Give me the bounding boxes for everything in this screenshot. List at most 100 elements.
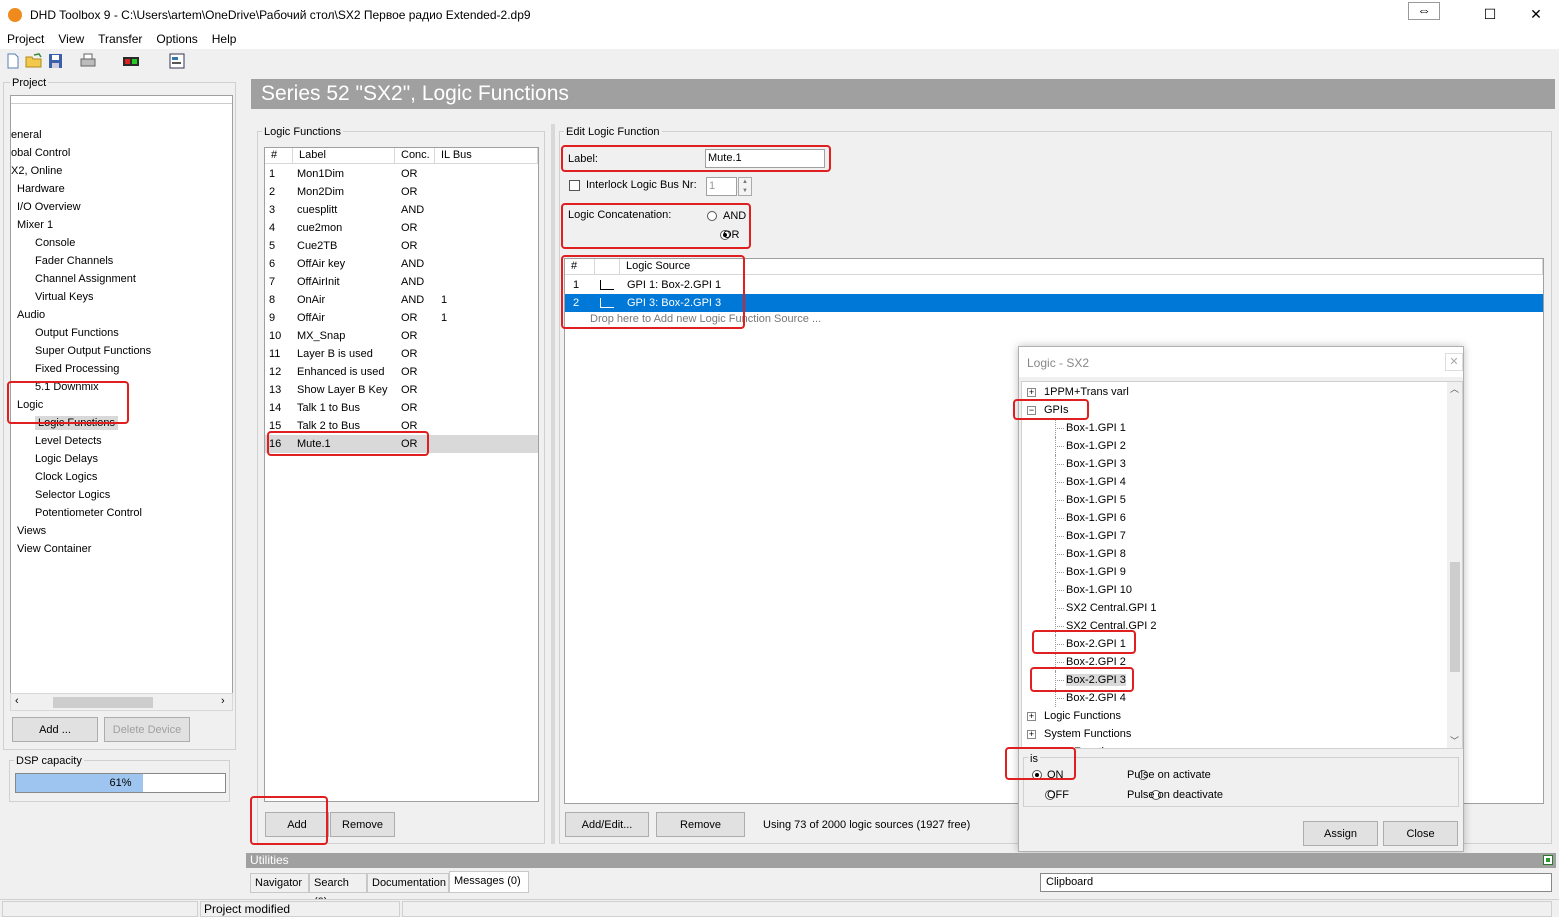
dialog-tree-item[interactable]: SX2 Central.GPI 1: [1027, 599, 1447, 617]
dialog-tree-item[interactable]: +1PPM+Trans varl: [1027, 383, 1447, 401]
logic-functions-table[interactable]: # Label Conc. IL Bus 1 Mon1Dim OR 2 Mon2Dim OR 3 c…: [264, 147, 539, 802]
expand-icon[interactable]: +: [1027, 388, 1036, 397]
project-tree-item[interactable]: Hardware: [11, 180, 232, 198]
save-icon[interactable]: [47, 53, 65, 69]
project-tree-item[interactable]: obal Control: [11, 144, 232, 162]
table-row[interactable]: 1 Mon1Dim OR: [265, 165, 538, 183]
table-row[interactable]: 12 Enhanced is used OR: [265, 363, 538, 381]
add-edit-source-button[interactable]: Add/Edit...: [565, 812, 649, 837]
dialog-tree-item[interactable]: Box-1.GPI 10: [1027, 581, 1447, 599]
dialog-tree-item[interactable]: Box-1.GPI 8: [1027, 545, 1447, 563]
project-tree-item[interactable]: eneral: [11, 126, 232, 144]
source-column-header[interactable]: Logic Source: [620, 259, 1543, 275]
restore-arrows-button[interactable]: ⇔: [1408, 2, 1440, 20]
open-icon[interactable]: [25, 53, 43, 69]
interlock-bus-input[interactable]: 1: [706, 177, 737, 196]
dialog-scroll-thumb[interactable]: [1450, 562, 1460, 672]
remove-logic-function-button[interactable]: Remove: [330, 812, 395, 837]
dialog-close-icon[interactable]: ✕: [1445, 353, 1463, 371]
dialog-tree-item[interactable]: Box-1.GPI 2: [1027, 437, 1447, 455]
project-tree-item[interactable]: Output Functions: [11, 324, 232, 342]
dialog-tree-item[interactable]: + System Functions: [1027, 725, 1447, 743]
new-icon[interactable]: [4, 53, 22, 69]
menu-options[interactable]: Options: [149, 30, 204, 46]
project-tree-item[interactable]: Fixed Processing: [11, 360, 232, 378]
scroll-down-icon[interactable]: ﹀: [1450, 734, 1459, 747]
utilities-toggle-icon[interactable]: [1543, 855, 1553, 865]
table-row[interactable]: 3 cuesplitt AND: [265, 201, 538, 219]
close-dialog-button[interactable]: Close: [1383, 821, 1458, 846]
remove-source-button[interactable]: Remove: [656, 812, 745, 837]
table-row[interactable]: 4 cue2mon OR: [265, 219, 538, 237]
scroll-right-icon[interactable]: ›: [221, 695, 225, 707]
device-icon[interactable]: [122, 53, 140, 69]
utilities-tab[interactable]: Navigator: [250, 873, 309, 893]
project-tree-item[interactable]: Channel Assignment: [11, 270, 232, 288]
clipboard-field[interactable]: Clipboard: [1040, 873, 1552, 892]
utilities-tab[interactable]: Messages (0): [449, 871, 529, 893]
dialog-tree-item[interactable]: − GPIs: [1027, 401, 1447, 419]
table-row[interactable]: 9 OffAir OR 1: [265, 309, 538, 327]
menu-transfer[interactable]: Transfer: [91, 30, 149, 46]
project-tree-item[interactable]: Super Output Functions: [11, 342, 232, 360]
dialog-tree-item[interactable]: + Logic Functions: [1027, 707, 1447, 725]
scroll-up-icon[interactable]: ︿: [1450, 382, 1459, 395]
expand-icon[interactable]: +: [1027, 712, 1036, 721]
table-row[interactable]: 14 Talk 1 to Bus OR: [265, 399, 538, 417]
interlock-checkbox[interactable]: [569, 180, 580, 191]
dialog-tree-item[interactable]: Box-1.GPI 7: [1027, 527, 1447, 545]
project-tree-item[interactable]: View Container: [11, 540, 232, 558]
table-row[interactable]: 13 Show Layer B Key OR: [265, 381, 538, 399]
project-tree-item[interactable]: Virtual Keys: [11, 288, 232, 306]
close-window-button[interactable]: ✕: [1513, 0, 1559, 30]
table-row[interactable]: 2 Mon2Dim OR: [265, 183, 538, 201]
expand-icon[interactable]: +: [1027, 730, 1036, 739]
dialog-tree-item[interactable]: Box-1.GPI 4: [1027, 473, 1447, 491]
project-hscrollbar[interactable]: ‹ ›: [10, 693, 233, 711]
column-header[interactable]: Conc.: [395, 148, 435, 164]
table-row[interactable]: 5 Cue2TB OR: [265, 237, 538, 255]
table-row[interactable]: 6 OffAir key AND: [265, 255, 538, 273]
project-tree-item[interactable]: Audio: [11, 306, 232, 324]
assign-button[interactable]: Assign: [1303, 821, 1378, 846]
project-tree-item[interactable]: Potentiometer Control: [11, 504, 232, 522]
dialog-vscrollbar[interactable]: ︿ ﹀: [1447, 382, 1462, 748]
menu-help[interactable]: Help: [205, 30, 244, 46]
add-device-button[interactable]: Add ...: [12, 717, 98, 742]
table-row[interactable]: 11 Layer B is used OR: [265, 345, 538, 363]
column-header[interactable]: Label: [293, 148, 395, 164]
dialog-tree-item[interactable]: Box-1.GPI 5: [1027, 491, 1447, 509]
project-tree-item[interactable]: X2, Online: [11, 162, 232, 180]
dialog-tree-item[interactable]: Box-1.GPI 1: [1027, 419, 1447, 437]
project-tree-item[interactable]: I/O Overview: [11, 198, 232, 216]
scroll-left-icon[interactable]: ‹: [15, 695, 19, 707]
utilities-tab[interactable]: Documentation: [367, 873, 449, 893]
properties-icon[interactable]: [168, 53, 186, 69]
project-tree-item[interactable]: Mixer 1: [11, 216, 232, 234]
delete-device-button[interactable]: Delete Device: [104, 717, 190, 742]
dialog-tree-item[interactable]: Box-1.GPI 3: [1027, 455, 1447, 473]
menu-view[interactable]: View: [51, 30, 91, 46]
logic-source-tree[interactable]: +1PPM+Trans varl − GPIs Box-1.GPI 1 Box-1.GP…: [1021, 381, 1463, 749]
column-header[interactable]: #: [265, 148, 293, 164]
table-row[interactable]: 8 OnAir AND 1: [265, 291, 538, 309]
project-tree-item[interactable]: Views: [11, 522, 232, 540]
project-tree-item[interactable]: Clock Logics: [11, 468, 232, 486]
project-tree-item[interactable]: Console: [11, 234, 232, 252]
scroll-thumb[interactable]: [53, 697, 153, 708]
project-tree-item[interactable]: Selector Logics: [11, 486, 232, 504]
column-header[interactable]: IL Bus: [435, 148, 538, 164]
utilities-tab[interactable]: Search (0): [309, 873, 367, 908]
table-row[interactable]: 10 MX_Snap OR: [265, 327, 538, 345]
dialog-tree-item[interactable]: +Mixer Functions: [1027, 743, 1447, 748]
interlock-spinner[interactable]: ▲ ▼: [738, 177, 752, 196]
menu-project[interactable]: Project: [0, 30, 51, 46]
project-tree-item[interactable]: Logic Delays: [11, 450, 232, 468]
project-tree-item[interactable]: Fader Channels: [11, 252, 232, 270]
maximize-button[interactable]: ☐: [1467, 0, 1513, 30]
project-tree-item[interactable]: Level Detects: [11, 432, 232, 450]
print-icon[interactable]: [79, 53, 97, 69]
splitter[interactable]: [551, 124, 555, 844]
dialog-tree-item[interactable]: Box-1.GPI 6: [1027, 509, 1447, 527]
table-row[interactable]: 7 OffAirInit AND: [265, 273, 538, 291]
